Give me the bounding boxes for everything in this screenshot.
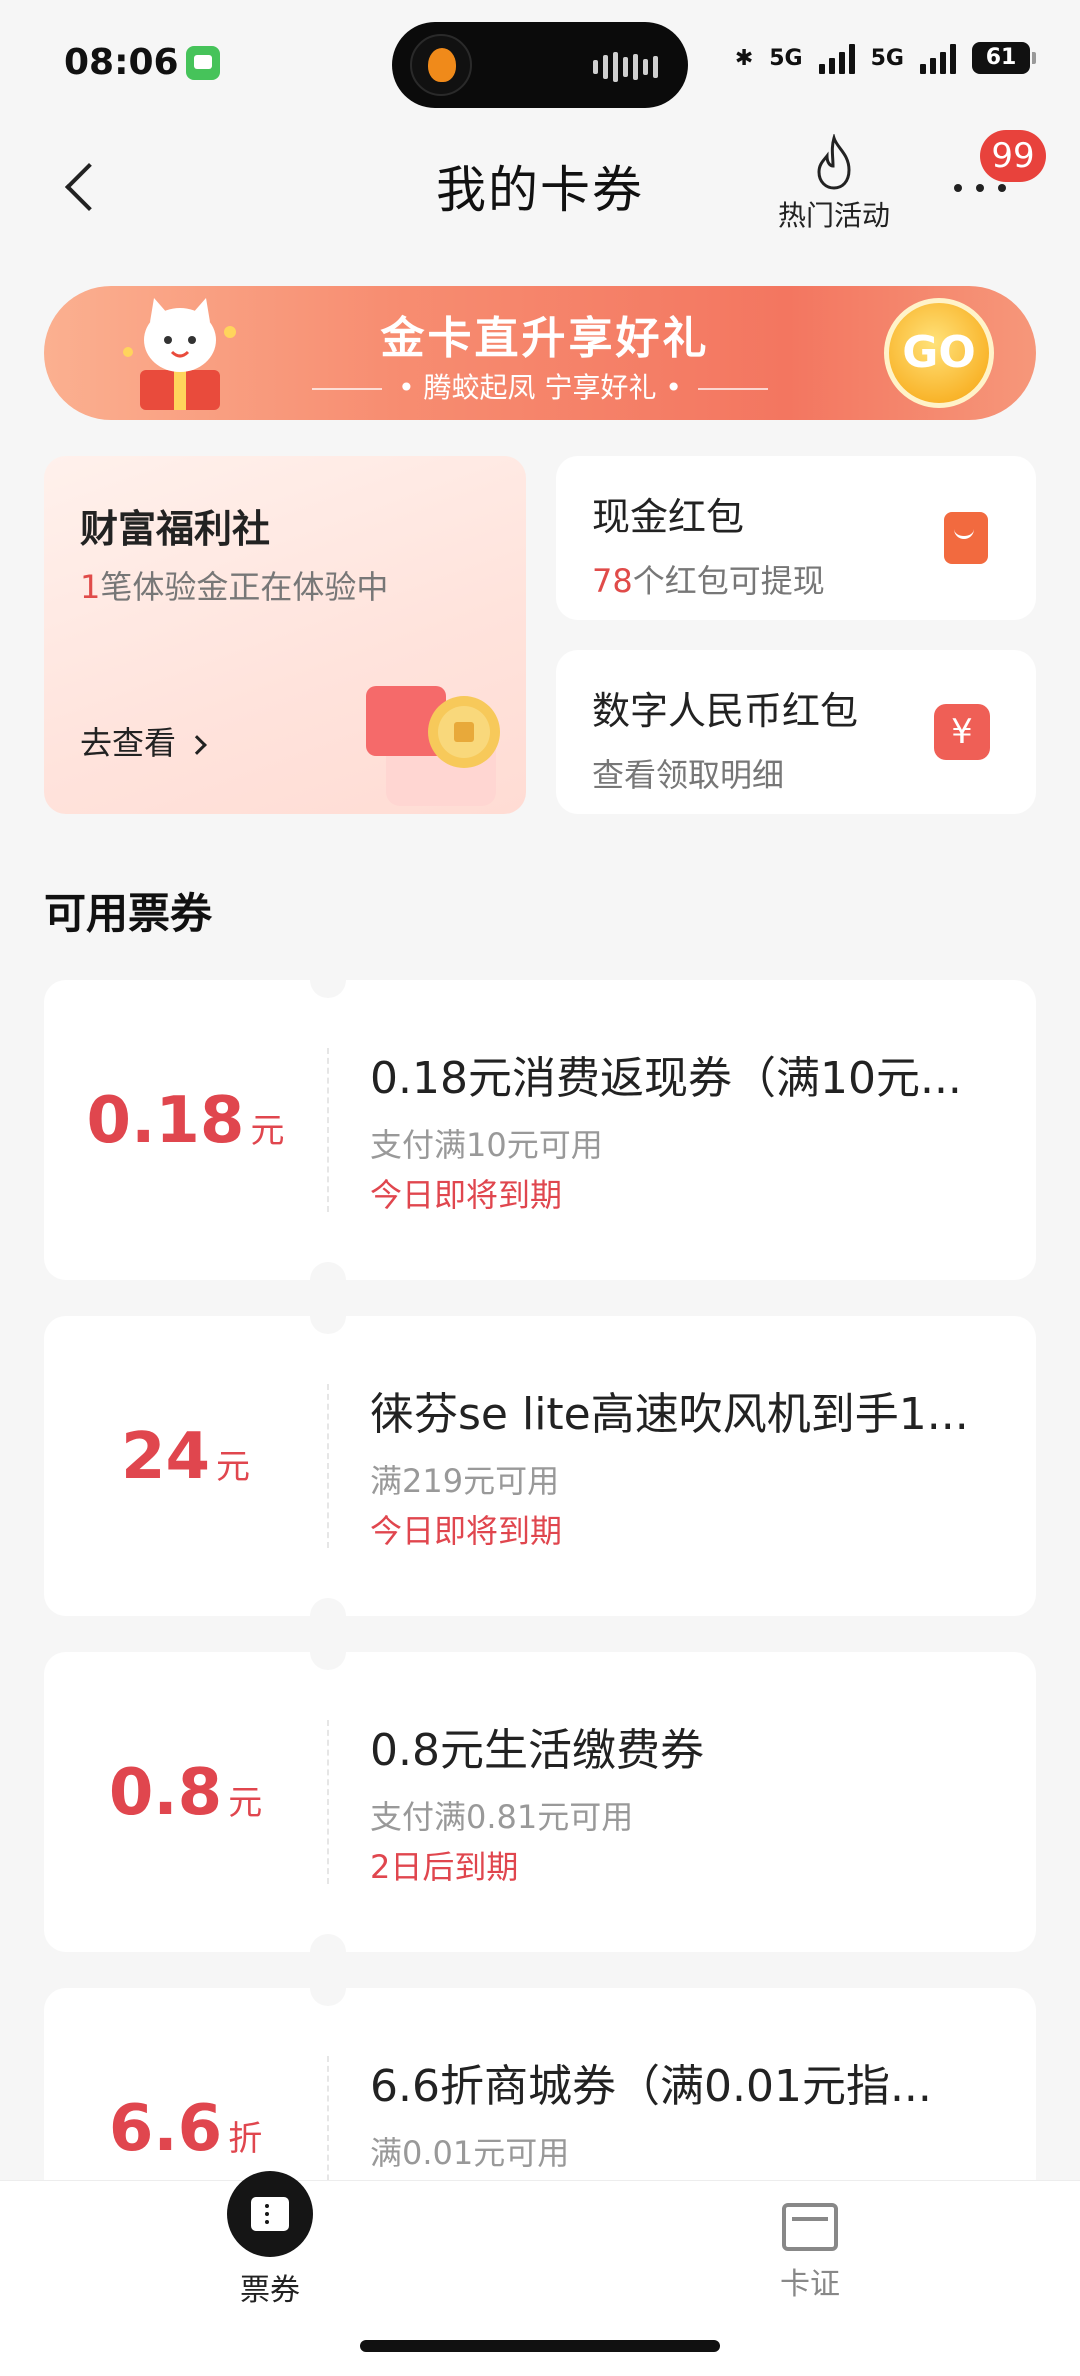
digital-rmb-card[interactable]: 数字人民币红包 查看领取明细 ¥ <box>556 650 1036 814</box>
network-2: 5G <box>870 45 904 71</box>
tab-tickets[interactable]: 票券 <box>170 2171 370 2309</box>
coupon-amount: 0.8 元 <box>44 1756 327 1830</box>
coupon-condition: 支付满0.81元可用 <box>370 1798 634 1836</box>
notification-badge: 99 <box>980 130 1046 182</box>
digital-yuan-icon: ¥ <box>934 704 990 760</box>
wealth-count: 1 <box>80 568 101 606</box>
tab-cards[interactable]: 卡证 <box>710 2181 910 2303</box>
coupon-amount-value: 24 <box>120 1420 211 1494</box>
cash-sub-text: 个红包可提现 <box>632 562 825 600</box>
signal-2-icon <box>920 42 956 74</box>
cash-subtitle: 78个红包可提现 <box>592 556 825 602</box>
wealth-title: 财富福利社 <box>80 507 271 551</box>
coupon-amount: 0.18 元 <box>44 1084 327 1158</box>
coupon-condition: 满219元可用 <box>370 1462 560 1500</box>
coupon-expiry: 今日即将到期 <box>370 1176 563 1214</box>
signal-1-icon <box>818 42 855 74</box>
wealth-view-link[interactable]: 去查看 <box>80 718 207 764</box>
wealth-sub-text: 笔体验金正在体验中 <box>100 568 389 606</box>
status-bar: 08:06 ✱ 5G 5G 61 <box>0 0 1080 120</box>
promo-banner[interactable]: 金卡直升享好礼 • 腾蛟起凤 宁享好礼 • GO <box>44 286 1036 420</box>
coupon-card[interactable]: 0.18 元 0.18元消费返现券（满10元... 支付满10元可用 今日即将到期 <box>44 962 1036 1298</box>
cash-red-packet-card[interactable]: 现金红包 78个红包可提现 <box>556 456 1036 620</box>
tab-cards-label: 卡证 <box>780 2267 840 2302</box>
page-title: 我的卡券 <box>436 161 644 219</box>
coupon-unit: 元 <box>228 1783 263 1823</box>
network-1: 5G <box>769 45 803 71</box>
coupon-amount: 6.6 折 <box>44 2092 327 2166</box>
coupon-amount: 24 元 <box>44 1420 327 1494</box>
chevron-right-icon <box>187 735 207 755</box>
coupon-divider <box>327 1384 329 1548</box>
coupon-name: 0.18元消费返现券（满10元... <box>370 1053 962 1104</box>
coupon-card[interactable]: 24 元 徕芬se lite高速吹风机到手1... 满219元可用 今日即将到期 <box>44 1298 1036 1634</box>
cash-title: 现金红包 <box>592 495 745 539</box>
burn-app-icon <box>410 34 472 96</box>
ticket-icon <box>227 2171 313 2257</box>
hot-activity-button[interactable]: 热门活动 <box>772 134 896 234</box>
card-icon <box>782 2203 838 2251</box>
coupon-name: 6.6折商城券（满0.01元指... <box>370 2061 932 2112</box>
coupon-name: 徕芬se lite高速吹风机到手1... <box>370 1389 969 1440</box>
cash-count: 78 <box>592 562 633 600</box>
coupon-expiry: 今日即将到期 <box>370 1512 563 1550</box>
wealth-welfare-card[interactable]: 财富福利社 1笔体验金正在体验中 去查看 <box>44 456 526 814</box>
coupon-divider <box>327 1720 329 1884</box>
bluetooth-icon: ✱ <box>734 45 754 71</box>
coupon-condition: 支付满10元可用 <box>370 1126 603 1164</box>
red-packet-icon <box>944 512 988 564</box>
more-icon <box>954 184 1006 192</box>
battery-icon: 61 <box>972 42 1036 74</box>
status-time: 08:06 <box>64 42 179 83</box>
system-indicators: ✱ 5G 5G 61 <box>734 42 1036 74</box>
dynamic-island <box>392 22 688 108</box>
coupon-expiry: 2日后到期 <box>370 1848 519 1886</box>
coupon-name: 0.8元生活缴费券 <box>370 1725 704 1776</box>
coupon-unit: 元 <box>216 1447 251 1487</box>
dcep-title: 数字人民币红包 <box>592 689 859 733</box>
coupon-condition: 满0.01元可用 <box>370 2134 570 2172</box>
tab-tickets-label: 票券 <box>240 2273 300 2308</box>
section-title: 可用票券 <box>44 889 213 938</box>
wealth-link-label: 去查看 <box>80 724 177 762</box>
coupon-unit: 折 <box>228 2119 263 2159</box>
coupon-divider <box>327 1048 329 1212</box>
coupon-card[interactable]: 0.8 元 0.8元生活缴费券 支付满0.81元可用 2日后到期 <box>44 1634 1036 1970</box>
coupon-amount-value: 0.18 <box>86 1084 245 1158</box>
coupon-amount-value: 6.6 <box>108 2092 223 2166</box>
message-app-icon <box>186 46 220 80</box>
home-indicator[interactable] <box>360 2340 720 2352</box>
go-button[interactable]: GO <box>884 298 994 408</box>
hot-activity-label: 热门活动 <box>777 199 890 232</box>
wealth-subtitle: 1笔体验金正在体验中 <box>80 562 388 608</box>
coin-gift-illustration <box>366 686 500 806</box>
audio-wave-icon <box>593 52 658 82</box>
dcep-subtitle: 查看领取明细 <box>592 756 785 794</box>
coupon-amount-value: 0.8 <box>108 1756 223 1830</box>
flame-icon <box>817 134 851 190</box>
coupon-unit: 元 <box>250 1111 285 1151</box>
